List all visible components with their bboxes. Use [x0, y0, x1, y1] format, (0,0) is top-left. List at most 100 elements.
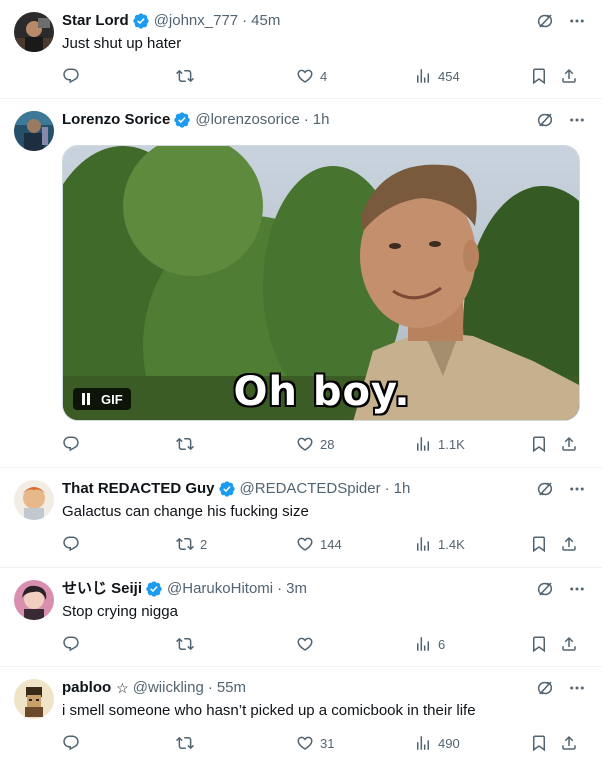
- bookmark-button[interactable]: [530, 66, 548, 86]
- grok-icon[interactable]: [536, 679, 554, 697]
- grok-icon[interactable]: [536, 580, 554, 598]
- timestamp[interactable]: 45m: [251, 11, 280, 31]
- timestamp[interactable]: 1h: [394, 479, 411, 499]
- more-icon[interactable]: [568, 679, 586, 697]
- views-button[interactable]: 1.1K: [414, 434, 465, 454]
- grok-icon[interactable]: [536, 12, 554, 30]
- retweet-icon: [176, 67, 194, 85]
- timestamp[interactable]: 55m: [217, 678, 246, 698]
- views-button[interactable]: 1.4K: [414, 534, 465, 554]
- share-button[interactable]: [560, 733, 578, 753]
- retweet-button[interactable]: [176, 634, 200, 654]
- tweet-header: Star Lord @johnx_777 · 45m: [62, 11, 532, 31]
- like-button[interactable]: [296, 634, 320, 654]
- bookmark-icon: [530, 67, 548, 85]
- reply-button[interactable]: [62, 434, 86, 454]
- timestamp[interactable]: 3m: [286, 579, 307, 599]
- tweet-action-bar: 31 490: [62, 733, 582, 753]
- user-handle[interactable]: @wiickling: [133, 678, 204, 698]
- verified-badge-icon: [218, 480, 236, 498]
- tweet-text: i smell someone who hasn’t picked up a c…: [62, 702, 476, 719]
- retweet-icon: [176, 435, 194, 453]
- tweet-top-actions: [536, 110, 586, 130]
- tweet[interactable]: pabloo ☆ @wiickling · 55m i smell someon…: [0, 667, 602, 765]
- views-button[interactable]: 490: [414, 733, 460, 753]
- gif-caption: Oh boy.: [233, 369, 411, 415]
- retweet-icon: [176, 535, 194, 553]
- name-star-suffix: ☆: [116, 680, 129, 696]
- tweet[interactable]: せいじ Seiji @HarukoHitomi · 3m Stop crying…: [0, 568, 602, 667]
- tweet-action-bar: 2 144 1.4K: [62, 534, 582, 554]
- like-button[interactable]: 31: [296, 733, 334, 753]
- like-count: 144: [320, 536, 342, 552]
- like-button[interactable]: 28: [296, 434, 334, 454]
- retweet-button[interactable]: [176, 434, 200, 454]
- display-name[interactable]: pabloo: [62, 678, 111, 698]
- like-button[interactable]: 4: [296, 66, 327, 86]
- tweet[interactable]: Lorenzo Sorice @lorenzosorice · 1h Oh bo…: [0, 99, 602, 468]
- tweet-action-bar: 6: [62, 634, 582, 654]
- avatar[interactable]: [14, 480, 54, 520]
- tweet-text: Stop crying nigga: [62, 603, 178, 620]
- more-icon[interactable]: [568, 480, 586, 498]
- heart-icon: [296, 734, 314, 752]
- bookmark-icon: [530, 435, 548, 453]
- reply-button[interactable]: [62, 634, 86, 654]
- avatar[interactable]: [14, 12, 54, 52]
- views-button[interactable]: 454: [414, 66, 460, 86]
- tweet[interactable]: That REDACTED Guy @REDACTEDSpider · 1h G…: [0, 468, 602, 568]
- avatar[interactable]: [14, 580, 54, 620]
- reply-icon: [62, 435, 80, 453]
- grok-icon[interactable]: [536, 111, 554, 129]
- share-button[interactable]: [560, 434, 578, 454]
- bookmark-icon: [530, 535, 548, 553]
- gif-badge[interactable]: GIF: [73, 388, 131, 410]
- share-button[interactable]: [560, 534, 578, 554]
- grok-icon[interactable]: [536, 480, 554, 498]
- avatar[interactable]: [14, 111, 54, 151]
- tweet-top-actions: [536, 579, 586, 599]
- reply-button[interactable]: [62, 733, 86, 753]
- reply-icon: [62, 734, 80, 752]
- avatar[interactable]: [14, 679, 54, 719]
- tweet-text: Galactus can change his fucking size: [62, 503, 309, 520]
- views-count: 6: [438, 636, 446, 652]
- separator-dot: ·: [384, 480, 390, 497]
- user-handle[interactable]: @REDACTEDSpider: [240, 479, 381, 499]
- bookmark-button[interactable]: [530, 534, 548, 554]
- like-button[interactable]: 144: [296, 534, 342, 554]
- display-name[interactable]: Star Lord: [62, 11, 129, 31]
- like-count: 28: [320, 436, 335, 452]
- more-icon[interactable]: [568, 580, 586, 598]
- tweet-top-actions: [536, 11, 586, 31]
- reply-button[interactable]: [62, 66, 86, 86]
- separator-dot: ·: [242, 12, 248, 29]
- retweet-button[interactable]: 2: [176, 534, 207, 554]
- display-name[interactable]: せいじ Seiji: [62, 579, 142, 599]
- retweet-button[interactable]: [176, 66, 200, 86]
- separator-dot: ·: [277, 580, 283, 597]
- bookmark-button[interactable]: [530, 434, 548, 454]
- tweet[interactable]: Star Lord @johnx_777 · 45m Just shut up …: [0, 0, 602, 99]
- heart-icon: [296, 67, 314, 85]
- tweet-action-bar: 4 454: [62, 66, 582, 86]
- user-handle[interactable]: @johnx_777: [154, 11, 238, 31]
- bookmark-button[interactable]: [530, 733, 548, 753]
- share-icon: [560, 435, 578, 453]
- user-handle[interactable]: @lorenzosorice: [195, 110, 299, 130]
- gif-media[interactable]: Oh boy. GIF: [62, 145, 580, 421]
- more-icon[interactable]: [568, 111, 586, 129]
- more-icon[interactable]: [568, 12, 586, 30]
- heart-icon: [296, 435, 314, 453]
- display-name[interactable]: Lorenzo Sorice: [62, 110, 170, 130]
- share-button[interactable]: [560, 66, 578, 86]
- user-handle[interactable]: @HarukoHitomi: [167, 579, 273, 599]
- retweet-button[interactable]: [176, 733, 200, 753]
- display-name[interactable]: That REDACTED Guy: [62, 479, 215, 499]
- share-button[interactable]: [560, 634, 578, 654]
- bookmark-button[interactable]: [530, 634, 548, 654]
- reply-button[interactable]: [62, 534, 86, 554]
- views-button[interactable]: 6: [414, 634, 445, 654]
- timestamp[interactable]: 1h: [313, 110, 330, 130]
- tweet-action-bar: 28 1.1K: [62, 434, 582, 454]
